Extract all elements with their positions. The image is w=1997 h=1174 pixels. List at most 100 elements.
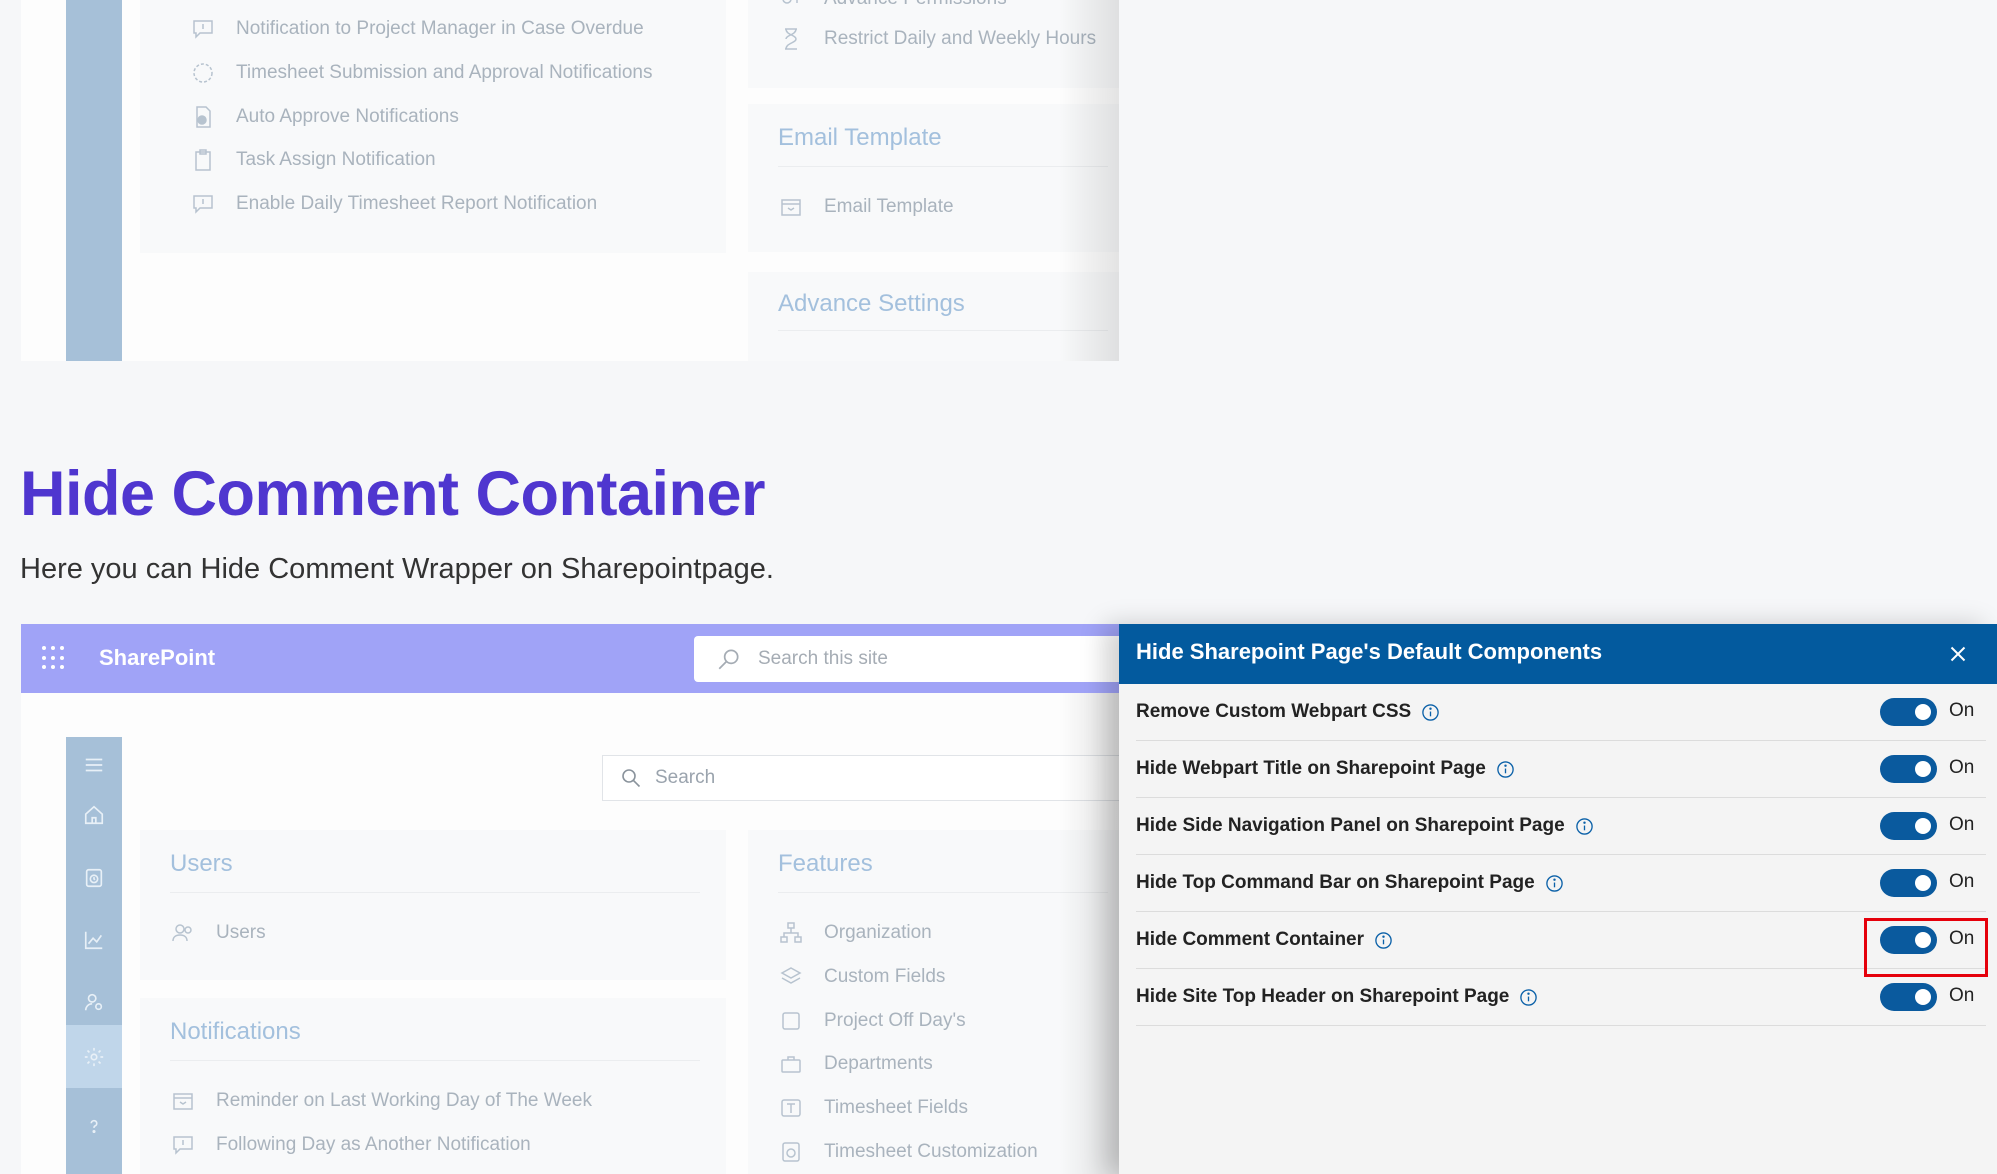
comment-icon xyxy=(170,1132,196,1158)
list-item-label: Email Template xyxy=(824,196,954,217)
site-search-box[interactable]: Search this site xyxy=(694,636,1134,682)
setting-label: Hide Webpart Title on Sharepoint Page xyxy=(1136,758,1486,779)
email-template-icon xyxy=(778,194,804,220)
toggle-state: On xyxy=(1949,700,1975,721)
hourglass-icon xyxy=(778,26,804,52)
list-item-label: Timesheet Customization xyxy=(824,1141,1038,1162)
list-item-label: Custom Fields xyxy=(824,966,946,987)
side-nav-rail xyxy=(66,0,122,361)
settings-panel: Hide Sharepoint Page's Default Component… xyxy=(1119,624,1997,1174)
inner-search-box[interactable]: Search xyxy=(602,755,1122,801)
setting-label: Hide Site Top Header on Sharepoint Page xyxy=(1136,986,1510,1007)
timesheet-icon[interactable] xyxy=(66,850,122,906)
key-icon xyxy=(778,0,804,12)
list-item[interactable]: Project Off Day's xyxy=(778,1008,966,1034)
panel-header: Hide Sharepoint Page's Default Component… xyxy=(1119,624,1997,684)
search-icon xyxy=(718,649,739,670)
list-item-label: Timesheet Fields xyxy=(824,1097,968,1118)
list-item[interactable]: Task Assign Notification xyxy=(190,147,436,173)
user-settings-icon[interactable] xyxy=(66,974,122,1030)
timesheet-icon xyxy=(778,1139,804,1165)
info-icon[interactable] xyxy=(1496,760,1515,779)
panel-shadow xyxy=(1059,0,1119,361)
list-item[interactable]: Advance Permissions xyxy=(778,0,1007,12)
gear-icon[interactable] xyxy=(66,1025,122,1088)
setting-label: Hide Top Command Bar on Sharepoint Page xyxy=(1136,872,1535,893)
app-launcher-icon[interactable] xyxy=(42,646,66,670)
panel-title: Hide Sharepoint Page's Default Component… xyxy=(1136,639,1603,664)
notifications-card: Notification to Project Manager in Case … xyxy=(140,0,726,253)
comment-icon xyxy=(190,191,216,217)
users-icon xyxy=(170,920,196,946)
setting-row-hide-webpart-title: Hide Webpart Title on Sharepoint Page On xyxy=(1136,741,1986,798)
list-item[interactable]: Custom Fields xyxy=(778,964,945,990)
layers-icon xyxy=(778,964,804,990)
organization-icon xyxy=(778,920,804,946)
list-item[interactable]: Notification to Project Manager in Case … xyxy=(190,16,644,42)
list-item-label: Following Day as Another Notification xyxy=(216,1134,531,1155)
users-card: Users Users xyxy=(140,830,726,980)
close-icon[interactable] xyxy=(1945,641,1971,667)
panel-shadow xyxy=(1059,693,1119,1174)
calendar-mail-icon xyxy=(170,1088,196,1114)
top-screenshot: Notification to Project Manager in Case … xyxy=(21,0,1119,361)
toggle-switch[interactable] xyxy=(1880,755,1937,783)
setting-label: Hide Comment Container xyxy=(1136,929,1365,950)
list-item[interactable]: Organization xyxy=(778,920,932,946)
list-item-label: Project Off Day's xyxy=(824,1010,966,1031)
help-icon[interactable] xyxy=(66,1098,122,1154)
features-heading: Features xyxy=(778,850,873,877)
highlight-box xyxy=(1864,918,1988,977)
list-item-label: Restrict Daily and Weekly Hours xyxy=(824,28,1097,49)
sharepoint-suite-bar: SharePoint Search this site xyxy=(21,624,1134,693)
checkbox-icon xyxy=(778,1008,804,1034)
list-item[interactable]: Timesheet Fields xyxy=(778,1095,968,1121)
list-item[interactable]: Users xyxy=(170,920,266,946)
menu-icon[interactable] xyxy=(66,737,122,793)
list-item-label: Departments xyxy=(824,1053,933,1074)
list-item[interactable]: Email Template xyxy=(778,194,954,220)
list-item[interactable]: Following Day as Another Notification xyxy=(170,1132,531,1158)
chart-icon[interactable] xyxy=(66,912,122,968)
list-item-label: Timesheet Submission and Approval Notifi… xyxy=(236,62,653,83)
toggle-state: On xyxy=(1949,985,1975,1006)
toggle-state: On xyxy=(1949,871,1975,892)
info-icon[interactable] xyxy=(1421,703,1440,722)
list-item[interactable]: Reminder on Last Working Day of The Week xyxy=(170,1088,592,1114)
list-item-label: Task Assign Notification xyxy=(236,149,436,170)
setting-row-hide-top-command-bar: Hide Top Command Bar on Sharepoint Page … xyxy=(1136,855,1986,912)
notifications-heading: Notifications xyxy=(170,1018,301,1045)
home-icon[interactable] xyxy=(66,787,122,843)
list-item[interactable]: Restrict Daily and Weekly Hours xyxy=(778,26,1096,52)
toggle-switch[interactable] xyxy=(1880,983,1937,1011)
toggle-switch[interactable] xyxy=(1880,698,1937,726)
sharepoint-brand[interactable]: SharePoint xyxy=(99,645,215,671)
list-item[interactable]: Timesheet Submission and Approval Notifi… xyxy=(190,60,652,86)
info-icon[interactable] xyxy=(1374,931,1393,950)
list-item-label: Notification to Project Manager in Case … xyxy=(236,18,644,39)
setting-row-hide-side-navigation: Hide Side Navigation Panel on Sharepoint… xyxy=(1136,798,1986,855)
list-item[interactable]: Timesheet Customization xyxy=(778,1139,1038,1165)
page-subtitle: Here you can Hide Comment Wrapper on Sha… xyxy=(20,553,774,585)
list-item-label: Enable Daily Timesheet Report Notificati… xyxy=(236,193,598,214)
toggle-state: On xyxy=(1949,814,1975,835)
toggle-switch[interactable] xyxy=(1880,812,1937,840)
setting-row-remove-custom-webpart-css: Remove Custom Webpart CSS On xyxy=(1136,684,1986,741)
notifications-card: Notifications Reminder on Last Working D… xyxy=(140,998,726,1174)
list-item[interactable]: Auto Approve Notifications xyxy=(190,104,459,130)
clipboard-icon xyxy=(190,147,216,173)
list-item-label: Advance Permissions xyxy=(824,0,1007,10)
info-icon[interactable] xyxy=(1519,988,1538,1007)
info-icon[interactable] xyxy=(1575,817,1594,836)
info-icon[interactable] xyxy=(1545,874,1564,893)
site-search-placeholder: Search this site xyxy=(758,648,888,669)
refresh-icon xyxy=(190,60,216,86)
inner-search-placeholder: Search xyxy=(655,767,716,788)
list-item[interactable]: Enable Daily Timesheet Report Notificati… xyxy=(190,191,597,217)
document-check-icon xyxy=(190,104,216,130)
comment-icon xyxy=(190,16,216,42)
text-field-icon xyxy=(778,1095,804,1121)
setting-label: Hide Side Navigation Panel on Sharepoint… xyxy=(1136,815,1565,836)
list-item[interactable]: Departments xyxy=(778,1051,933,1077)
toggle-switch[interactable] xyxy=(1880,869,1937,897)
